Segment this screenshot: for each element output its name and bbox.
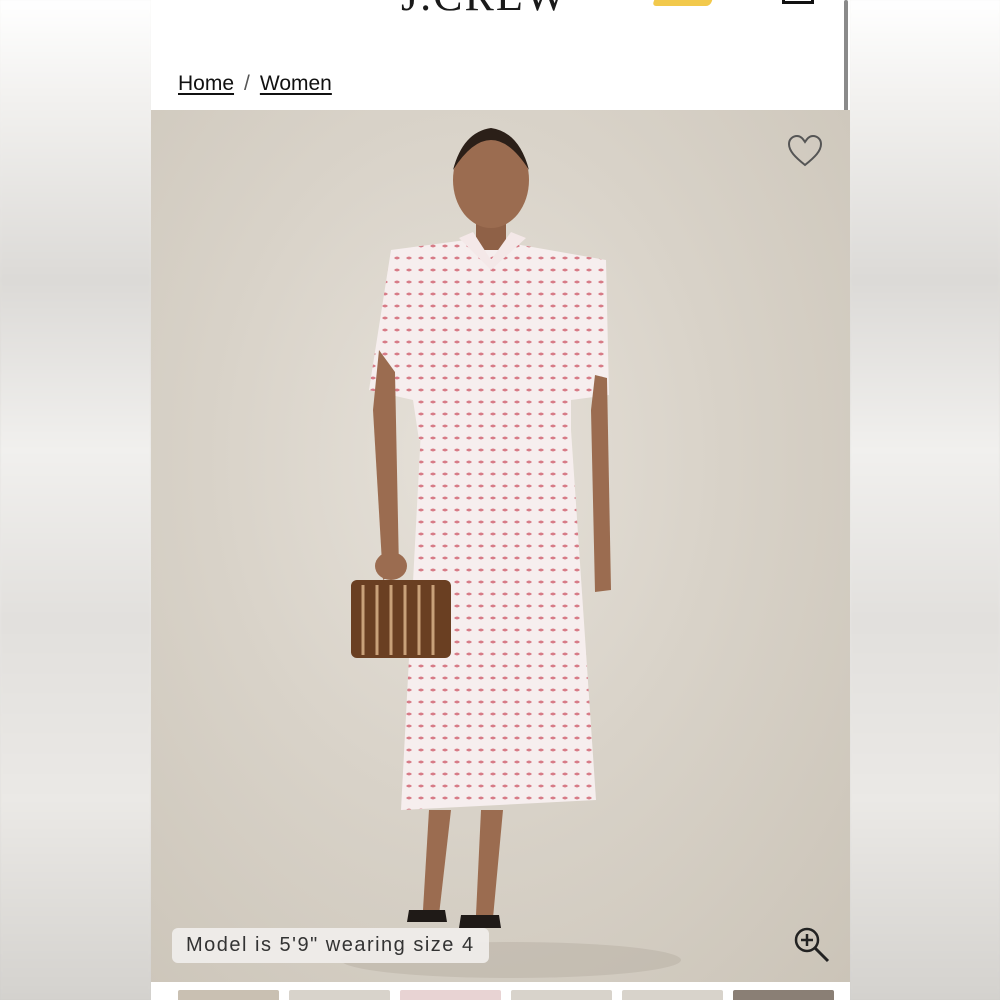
promo-icon[interactable]: [652, 0, 716, 6]
model-illustration: [341, 128, 681, 978]
breadcrumb: Home / Women: [178, 72, 332, 96]
thumbnail[interactable]: [178, 990, 279, 1000]
breadcrumb-home[interactable]: Home: [178, 72, 234, 95]
brand-logo[interactable]: J.CREW: [401, 0, 568, 21]
thumbnail[interactable]: [733, 990, 834, 1000]
background-right: [850, 0, 1000, 1000]
thumbnail[interactable]: [622, 990, 723, 1000]
heart-icon[interactable]: [787, 134, 823, 168]
background-left: [0, 0, 151, 1000]
shopping-bag-icon[interactable]: [782, 0, 814, 4]
thumbnail[interactable]: [511, 990, 612, 1000]
thumbnail[interactable]: [400, 990, 501, 1000]
thumbnail-strip: [151, 990, 850, 1000]
zoom-in-icon[interactable]: [792, 925, 832, 965]
product-image[interactable]: Model is 5'9" wearing size 4: [151, 110, 850, 982]
model-size-note: Model is 5'9" wearing size 4: [172, 928, 489, 963]
thumbnail[interactable]: [289, 990, 390, 1000]
breadcrumb-separator: /: [244, 72, 250, 95]
breadcrumb-women[interactable]: Women: [260, 72, 332, 95]
mobile-screen: J.CREW Home / Women: [151, 0, 850, 1000]
